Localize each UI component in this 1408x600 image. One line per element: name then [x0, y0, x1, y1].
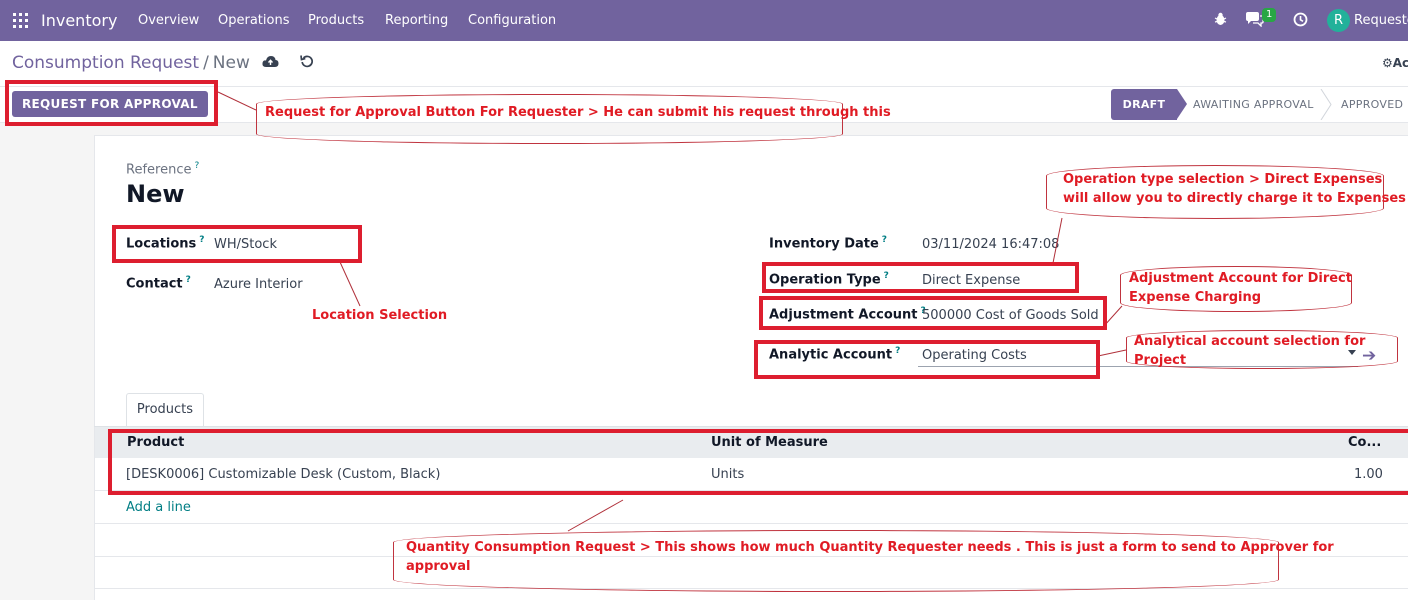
- help-icon[interactable]: ?: [194, 161, 199, 171]
- contact-field[interactable]: Azure Interior: [214, 277, 303, 292]
- annotation-adjustment-2: Expense Charging: [1129, 290, 1262, 305]
- highlight-operation-type: [762, 262, 1079, 293]
- contact-label: Contact?: [126, 275, 191, 291]
- menu-reporting[interactable]: Reporting: [385, 13, 448, 28]
- cloud-save-icon[interactable]: [262, 54, 279, 72]
- top-navbar: Inventory Overview Operations Products R…: [0, 0, 1408, 41]
- highlight-locations: [112, 225, 362, 263]
- stage-approved[interactable]: APPROVED: [1341, 89, 1403, 120]
- discard-icon[interactable]: [300, 54, 314, 72]
- breadcrumb-parent-link[interactable]: Consumption Request: [12, 53, 199, 73]
- annotation-quantity-1: Quantity Consumption Request > This show…: [406, 540, 1334, 555]
- inventory-date-label: Inventory Date?: [769, 235, 887, 251]
- annotation-adjustment-1: Adjustment Account for Direct: [1129, 271, 1352, 286]
- table-row-divider: [95, 523, 1408, 524]
- action-menu-button[interactable]: ⚙Ac: [1382, 56, 1408, 70]
- bug-icon[interactable]: [1214, 12, 1227, 30]
- breadcrumb-current: New: [212, 53, 250, 73]
- reference-label-text: Reference: [126, 162, 192, 178]
- help-icon[interactable]: ?: [186, 275, 191, 285]
- annotation-quantity-2: approval: [406, 559, 471, 574]
- help-icon[interactable]: ?: [882, 235, 887, 245]
- highlight-analytic-account: [754, 340, 1100, 379]
- annotation-analytic: Analytical account selection for Project: [1134, 334, 1366, 368]
- tab-products[interactable]: Products: [126, 393, 204, 427]
- breadcrumb: Consumption Request / New: [12, 53, 250, 73]
- contact-label-text: Contact: [126, 276, 183, 292]
- avatar[interactable]: R: [1327, 9, 1350, 32]
- stage-draft[interactable]: DRAFT: [1111, 89, 1187, 120]
- highlight-request-button: [5, 80, 218, 126]
- inventory-date-label-text: Inventory Date: [769, 236, 879, 252]
- user-name[interactable]: Requeste: [1354, 13, 1408, 28]
- reference-value: New: [126, 180, 185, 208]
- annotation-operation-type-1: Operation type selection > Direct Expens…: [1063, 172, 1383, 187]
- highlight-product-lines: [108, 429, 1408, 495]
- gear-icon: ⚙: [1382, 56, 1393, 70]
- stage-awaiting-approval[interactable]: AWAITING APPROVAL: [1193, 89, 1314, 120]
- annotation-operation-type-2: will allow you to directly charge it to …: [1063, 191, 1406, 206]
- chat-count-badge: 1: [1262, 8, 1277, 22]
- annotation-request-button: Request for Approval Button For Requeste…: [265, 105, 891, 120]
- breadcrumb-separator: /: [203, 53, 209, 73]
- menu-configuration[interactable]: Configuration: [468, 13, 556, 28]
- add-line-link[interactable]: Add a line: [126, 500, 191, 515]
- stage-separator: [1320, 89, 1332, 120]
- menu-products[interactable]: Products: [308, 13, 364, 28]
- inventory-date-field[interactable]: 03/11/2024 16:47:08: [922, 237, 1059, 252]
- highlight-adjustment-account: [759, 296, 1107, 330]
- reference-label: Reference?: [126, 161, 199, 177]
- apps-grid-icon[interactable]: [13, 13, 28, 28]
- clock-icon[interactable]: [1293, 12, 1308, 31]
- app-name[interactable]: Inventory: [41, 11, 117, 30]
- menu-operations[interactable]: Operations: [218, 13, 289, 28]
- annotation-location: Location Selection: [312, 308, 448, 323]
- action-menu-label: Ac: [1392, 56, 1408, 70]
- menu-overview[interactable]: Overview: [138, 13, 199, 28]
